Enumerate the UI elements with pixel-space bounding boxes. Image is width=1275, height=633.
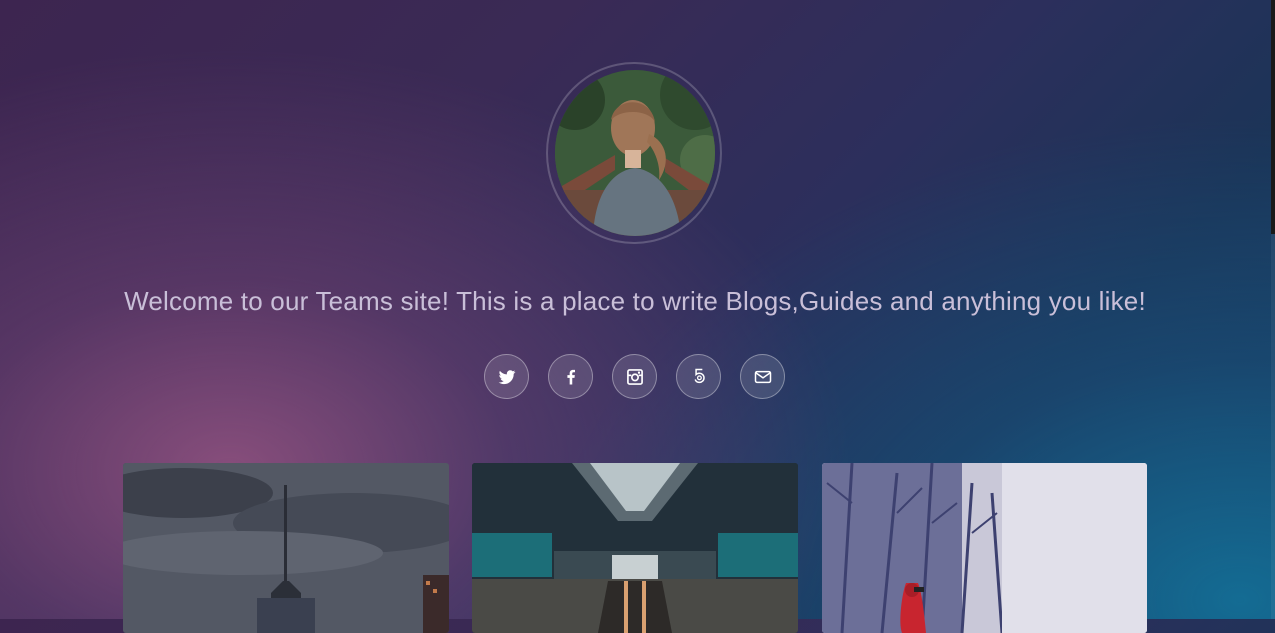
twitter-icon [498, 369, 515, 384]
post-card-city[interactable] [123, 463, 449, 633]
post-card-station[interactable] [472, 463, 798, 633]
500px-button[interactable] [676, 354, 721, 399]
instagram-button[interactable] [612, 354, 657, 399]
facebook-icon [566, 369, 575, 384]
welcome-tagline: Welcome to our Teams site! This is a pla… [124, 286, 1146, 316]
facebook-button[interactable] [548, 354, 593, 399]
post-card-snow[interactable] [822, 463, 1147, 633]
snowy-forest-red-coat-image [822, 463, 1147, 633]
email-button[interactable] [740, 354, 785, 399]
scrollbar-thumb[interactable] [1271, 0, 1275, 234]
city-skyline-tower-image [123, 463, 449, 633]
envelope-icon [754, 370, 771, 383]
500px-icon [693, 368, 705, 383]
avatar-photo [555, 70, 715, 236]
twitter-button[interactable] [484, 354, 529, 399]
avatar [555, 70, 715, 236]
instagram-icon [626, 368, 643, 385]
station-escalator-image [472, 463, 798, 633]
social-links [484, 354, 785, 399]
scrollbar[interactable] [1271, 0, 1275, 619]
